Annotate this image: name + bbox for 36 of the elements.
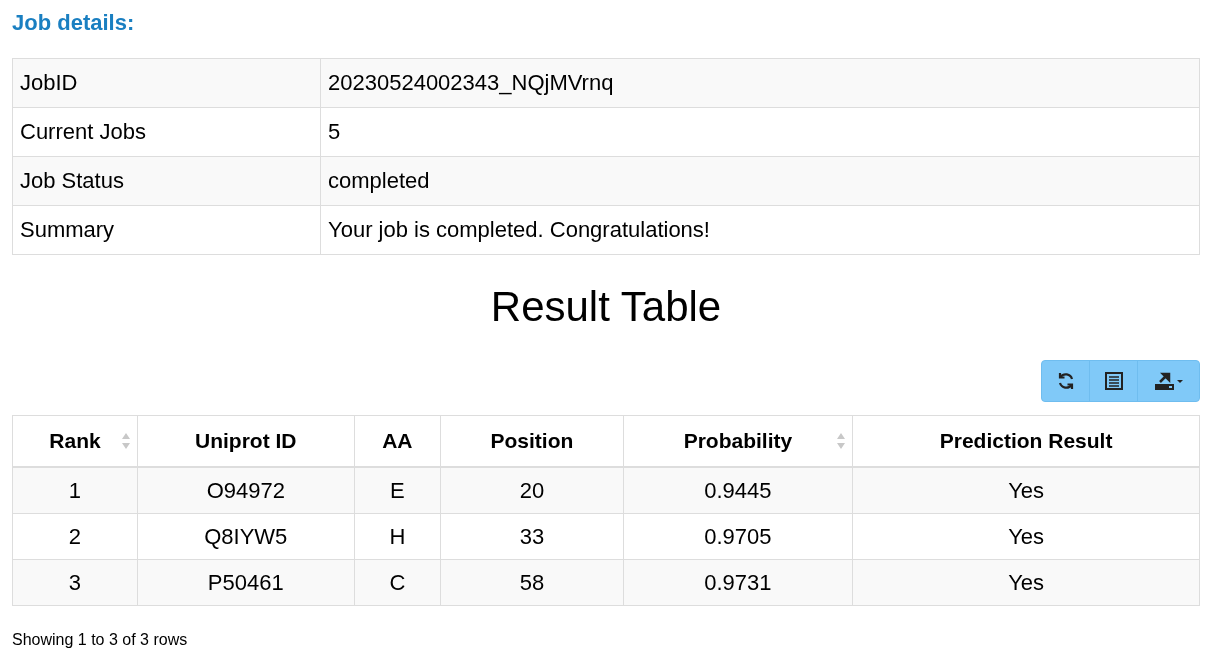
table-cell: 33: [440, 513, 624, 560]
table-cell: O94972: [137, 467, 355, 514]
table-cell: 3: [12, 559, 138, 606]
columns-button[interactable]: [1089, 360, 1138, 402]
list-icon: [1104, 372, 1123, 390]
table-cell: E: [354, 467, 441, 514]
detail-label: Summary: [12, 205, 321, 255]
sort-icon: [120, 432, 131, 450]
detail-label: Job Status: [12, 156, 321, 206]
detail-label: JobID: [12, 58, 321, 108]
table-cell: P50461: [137, 559, 355, 606]
table-cell: 0.9731: [623, 559, 853, 606]
table-cell: C: [354, 559, 441, 606]
table-cell: H: [354, 513, 441, 560]
table-cell: 0.9445: [623, 467, 853, 514]
detail-value: Your job is completed. Congratulations!: [320, 205, 1200, 255]
table-cell: Yes: [852, 513, 1200, 560]
detail-value: 20230524002343_NQjMVrnq: [320, 58, 1200, 108]
refresh-button[interactable]: [1041, 360, 1090, 402]
table-cell: 0.9705: [623, 513, 853, 560]
table-cell: 2: [12, 513, 138, 560]
table-cell: Yes: [852, 559, 1200, 606]
table-cell: 1: [12, 467, 138, 514]
table-cell: Q8IYW5: [137, 513, 355, 560]
table-cell: 20: [440, 467, 624, 514]
detail-value: completed: [320, 156, 1200, 206]
detail-value: 5: [320, 107, 1200, 157]
sort-icon: [836, 432, 847, 450]
export-button[interactable]: [1137, 360, 1200, 402]
table-cell: 58: [440, 559, 624, 606]
export-icon: [1153, 371, 1184, 391]
table-cell: Yes: [852, 467, 1200, 514]
pagination-info: Showing 1 to 3 of 3 rows: [12, 630, 189, 650]
detail-label: Current Jobs: [12, 107, 321, 157]
heading: Job details:: [12, 9, 136, 37]
result-title: Result Table: [489, 282, 723, 332]
